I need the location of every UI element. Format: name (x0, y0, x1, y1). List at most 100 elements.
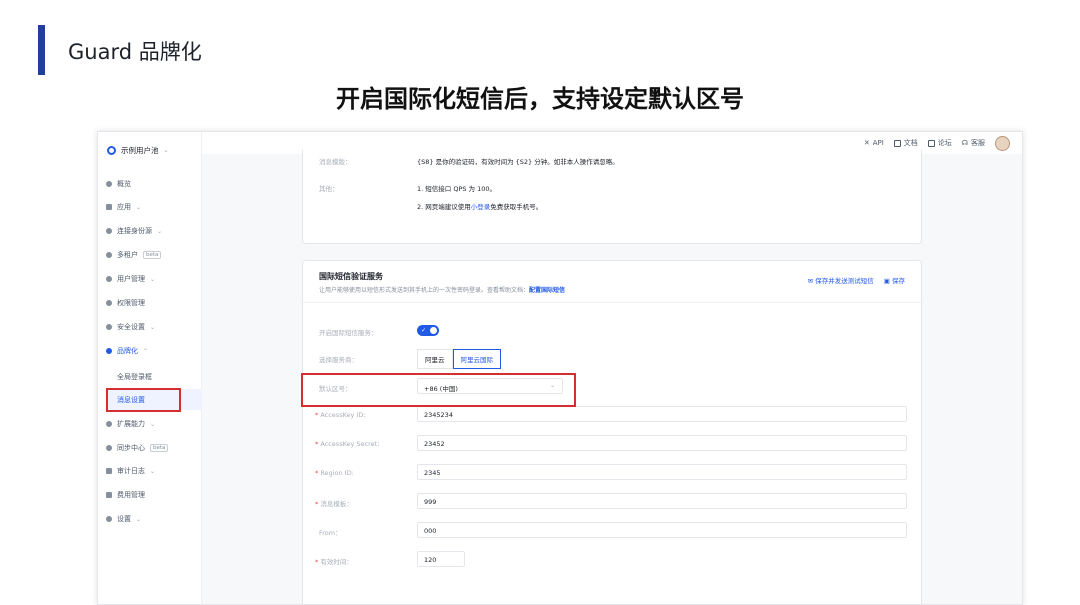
required-mark: * (315, 411, 319, 419)
forum-link[interactable]: 论坛 (927, 138, 952, 148)
description-text: 让用户能够使用以短信形式发送到其手机上的一次性密码登录。查看帮助文档： (319, 287, 530, 294)
sidebar-item-sync-center[interactable]: 同步中心 beta (106, 443, 169, 453)
field-label: * Region ID: (315, 469, 354, 477)
sidebar-subitem-login-box[interactable]: 全局登录框 (117, 372, 152, 382)
enable-toggle[interactable]: ✓ (417, 325, 439, 336)
from-input[interactable]: 000 (417, 522, 907, 538)
shield-icon (107, 146, 116, 155)
sidebar-item-label: 设置 (117, 515, 131, 523)
sidebar-item-permissions[interactable]: 权限管理 (106, 298, 145, 308)
lock-icon (106, 300, 112, 306)
field-label: * AccessKey Secret: (315, 440, 379, 448)
required-mark: * (315, 500, 319, 508)
sidebar-item-billing[interactable]: 费用管理 (106, 490, 145, 500)
beta-badge: beta (150, 444, 169, 452)
accesskey-id-input[interactable]: 2345234 (417, 406, 907, 422)
sidebar-item-label: 多租户 (117, 251, 138, 259)
enable-label: 开启国际短信服务： (319, 329, 378, 337)
section-actions: ✉ 保存并发送测试短信 ▣ 保存 (808, 275, 905, 285)
chevron-down-icon: ⌄ (150, 420, 156, 428)
sidebar-item-label: 审计日志 (117, 467, 145, 475)
validity-input[interactable]: 120 (417, 551, 465, 567)
intl-sms-card: 国际短信验证服务 让用户能够使用以短信形式发送到其手机上的一次性密码登录。查看帮… (302, 260, 922, 604)
other-label: 其他： (319, 185, 339, 193)
sidebar-item-audit-logs[interactable]: 审计日志 ⌄ (106, 466, 155, 476)
region-id-input[interactable]: 2345 (417, 464, 907, 480)
api-link[interactable]: ✕ API (864, 139, 884, 147)
sidebar: 示例用户池 ⌄ 概览 应用 ⌄ 连接身份源 ⌄ 多租户 beta 用户管理 ⌄ … (98, 132, 202, 604)
app-screenshot: 示例用户池 ⌄ 概览 应用 ⌄ 连接身份源 ⌄ 多租户 beta 用户管理 ⌄ … (97, 131, 1023, 605)
pool-switcher[interactable]: 示例用户池 ⌄ (107, 145, 169, 156)
chevron-down-icon: ⌄ (150, 275, 156, 283)
api-label: API (872, 139, 884, 147)
sidebar-item-label: 权限管理 (117, 299, 145, 307)
field-label-text: AccessKey Secret: (320, 440, 380, 448)
required-mark: * (315, 440, 319, 448)
save-button[interactable]: ▣ 保存 (884, 275, 905, 285)
sidebar-item-security[interactable]: 安全设置 ⌄ (106, 322, 155, 332)
dashboard-icon (106, 181, 112, 187)
sidebar-item-label: 品牌化 (117, 347, 138, 355)
field-label: * AccessKey ID: (315, 411, 366, 419)
field-label-text: 消息模板： (320, 500, 353, 508)
chevron-down-icon: ⌄ (150, 323, 156, 331)
chevron-down-icon: ⌄ (163, 147, 169, 154)
section-description: 让用户能够使用以短信形式发送到其手机上的一次性密码登录。查看帮助文档：配置国际短… (319, 285, 565, 294)
sidebar-item-label: 连接身份源 (117, 227, 152, 235)
sidebar-item-multi-tenant[interactable]: 多租户 beta (106, 250, 162, 260)
provider-selector: 阿里云 阿里云国际 (417, 349, 501, 369)
api-icon: ✕ (863, 139, 870, 147)
chevron-down-icon: ⌄ (150, 467, 156, 475)
required-mark: * (315, 469, 319, 477)
sidebar-item-branding[interactable]: 品牌化 ⌃ (106, 346, 148, 356)
apps-icon (106, 204, 112, 210)
message-template-input[interactable]: 999 (417, 493, 907, 509)
sidebar-item-apps[interactable]: 应用 ⌄ (106, 202, 141, 212)
docs-link[interactable]: 文档 (893, 138, 918, 148)
sidebar-item-label: 安全设置 (117, 323, 145, 331)
sidebar-item-label: 同步中心 (117, 444, 145, 452)
sidebar-item-label: 扩展能力 (117, 420, 145, 428)
sidebar-item-extensions[interactable]: 扩展能力 ⌄ (106, 419, 155, 429)
divider (303, 302, 921, 303)
field-label-text: AccessKey ID: (320, 411, 366, 419)
template-value: {S8} 是你的验证码，有效时间为 {S2} 分钟。如非本人操作请忽略。 (417, 158, 619, 166)
provider-aliyun[interactable]: 阿里云 (417, 349, 453, 369)
save-and-test-label: 保存并发送测试短信 (815, 277, 874, 285)
save-and-test-button[interactable]: ✉ 保存并发送测试短信 (808, 275, 874, 285)
log-icon (106, 468, 112, 474)
headset-icon: ☊ (961, 139, 968, 147)
field-label: From： (319, 529, 342, 537)
provider-aliyun-intl[interactable]: 阿里云国际 (452, 349, 501, 369)
sidebar-item-overview[interactable]: 概览 (106, 179, 131, 189)
accesskey-secret-input[interactable]: 23452 (417, 435, 907, 451)
chevron-down-icon: ⌄ (136, 515, 142, 523)
gear-icon (106, 516, 112, 522)
check-icon: ✓ (421, 327, 427, 334)
mini-login-link[interactable]: 小登录 (471, 203, 491, 211)
chat-icon (927, 139, 935, 147)
avatar[interactable] (995, 135, 1010, 151)
forum-label: 论坛 (937, 139, 952, 147)
users-icon (106, 276, 112, 282)
help-doc-link[interactable]: 配置国际短信 (529, 287, 565, 294)
book-icon (893, 139, 901, 147)
sidebar-item-identity-sources[interactable]: 连接身份源 ⌄ (106, 226, 162, 236)
field-label: * 有效时间： (315, 556, 353, 566)
chevron-down-icon: ⌄ (157, 227, 163, 235)
support-link[interactable]: ☊ 客服 (962, 138, 985, 148)
provider-label: 选择服务商： (319, 356, 358, 364)
pool-name: 示例用户池 (121, 146, 159, 155)
highlight-area-code (301, 373, 576, 407)
chevron-down-icon: ⌄ (136, 203, 142, 211)
sms-card-top: 消息模版： {S8} 是你的验证码，有效时间为 {S2} 分钟。如非本人操作请忽… (302, 150, 922, 244)
sidebar-item-users[interactable]: 用户管理 ⌄ (106, 274, 155, 284)
docs-label: 文档 (903, 139, 918, 147)
mail-icon: ✉ (807, 277, 814, 285)
other-line-2: 2. 网页端建议使用小登录免费获取手机号。 (417, 201, 542, 211)
brush-icon (106, 348, 112, 354)
highlight-message-settings (106, 388, 181, 412)
sync-icon (106, 445, 112, 451)
sidebar-item-settings[interactable]: 设置 ⌄ (106, 514, 141, 524)
sidebar-item-label: 费用管理 (117, 491, 145, 499)
